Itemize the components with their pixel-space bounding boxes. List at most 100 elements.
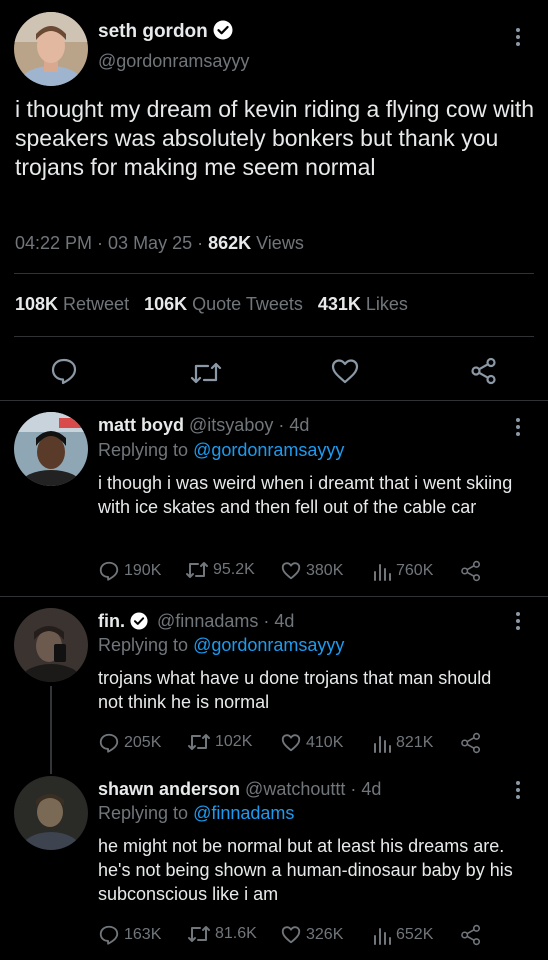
- replying-to-link[interactable]: @gordonramsayyy: [193, 440, 344, 460]
- comment-icon: [99, 561, 119, 581]
- more-options-icon[interactable]: [516, 28, 520, 49]
- views-count: 760K: [396, 562, 434, 579]
- divider: [0, 596, 548, 597]
- author-handle[interactable]: @gordonramsayyy: [98, 51, 249, 72]
- views-action[interactable]: 760K: [372, 560, 433, 582]
- tweet-timestamp[interactable]: 04:22 PM · 03 May 25 ·: [15, 233, 208, 253]
- retweets-stat[interactable]: 108K Retweet: [15, 294, 129, 314]
- reply-author-name[interactable]: shawn anderson: [98, 779, 240, 799]
- analytics-icon: [374, 564, 391, 581]
- reply-author-handle[interactable]: @finnadams · 4d: [157, 611, 294, 631]
- retweet-count: 81.6K: [215, 925, 257, 942]
- quotes-count: 106K: [144, 294, 188, 314]
- views-action[interactable]: 652K: [372, 924, 433, 946]
- reply-header: fin. @finnadams · 4d: [98, 611, 294, 635]
- author-display-name[interactable]: seth gordon: [98, 21, 208, 42]
- like-count: 326K: [306, 926, 344, 943]
- retweet-count: 102K: [215, 733, 253, 750]
- retweet-icon: [186, 562, 208, 578]
- replying-to-prefix: Replying to: [98, 803, 194, 823]
- replying-to-link[interactable]: @finnadams: [193, 803, 294, 823]
- author-name[interactable]: seth gordon: [98, 20, 233, 46]
- views-count: 821K: [396, 734, 434, 751]
- retweet-action[interactable]: 102K: [187, 732, 252, 752]
- verified-badge-icon: [130, 612, 148, 635]
- reply-text: trojans what have u done trojans that ma…: [98, 668, 492, 712]
- reply-count: 163K: [124, 926, 162, 943]
- replying-to-prefix: Replying to: [98, 440, 194, 460]
- reply-text: he might not be normal but at least his …: [98, 836, 513, 904]
- share-icon: [461, 560, 481, 582]
- like-button[interactable]: [330, 357, 360, 390]
- retweet-action[interactable]: 81.6K: [187, 924, 257, 944]
- share-action[interactable]: [460, 560, 482, 582]
- reply-action[interactable]: 190K: [98, 560, 161, 582]
- retweet-count: 95.2K: [213, 561, 255, 578]
- replying-to: Replying to @gordonramsayyy: [98, 440, 344, 461]
- avatar-shawn-anderson[interactable]: [14, 776, 88, 850]
- like-action[interactable]: 410K: [280, 732, 343, 754]
- replying-to-link[interactable]: @gordonramsayyy: [193, 635, 344, 655]
- reply-action[interactable]: 163K: [98, 924, 161, 946]
- likes-label: Likes: [360, 294, 408, 314]
- more-options-icon[interactable]: [516, 418, 520, 439]
- share-button[interactable]: [470, 357, 498, 390]
- heart-icon: [281, 562, 301, 580]
- views-count: 862K: [208, 233, 252, 253]
- tweet-stats: 108K Retweet 106K Quote Tweets 431K Like…: [15, 294, 408, 315]
- like-count: 410K: [306, 734, 344, 751]
- reply-button[interactable]: [50, 357, 78, 390]
- reply-author-handle[interactable]: @itsyaboy · 4d: [189, 415, 309, 435]
- divider: [14, 273, 534, 274]
- like-action[interactable]: 326K: [280, 924, 343, 946]
- retweet-button[interactable]: [190, 360, 222, 391]
- likes-count: 431K: [317, 294, 361, 314]
- reply-text: i though i was weird when i dreamt that …: [98, 473, 513, 517]
- more-options-icon[interactable]: [516, 612, 520, 633]
- verified-badge-icon: [213, 20, 233, 46]
- replying-to-prefix: Replying to: [98, 635, 194, 655]
- heart-icon: [281, 734, 301, 752]
- reply-author-name[interactable]: fin.: [98, 611, 125, 631]
- quotes-stat[interactable]: 106K Quote Tweets: [144, 294, 303, 314]
- like-count: 380K: [306, 562, 344, 579]
- more-options-icon[interactable]: [516, 781, 520, 802]
- analytics-icon: [374, 736, 391, 753]
- retweet-icon: [188, 734, 210, 750]
- comment-icon: [99, 925, 119, 945]
- divider: [14, 336, 534, 337]
- heart-icon: [281, 926, 301, 944]
- share-icon: [461, 924, 481, 946]
- share-action[interactable]: [460, 732, 482, 754]
- share-icon: [461, 732, 481, 754]
- reply-header: matt boyd @itsyaboy · 4d: [98, 415, 309, 436]
- replying-to: Replying to @gordonramsayyy: [98, 635, 344, 656]
- views-action[interactable]: 821K: [372, 732, 433, 754]
- reply-header: shawn anderson @watchouttt · 4d: [98, 779, 381, 800]
- views-count: 652K: [396, 926, 434, 943]
- tweet-meta: 04:22 PM · 03 May 25 · 862K Views: [15, 233, 304, 254]
- views-label: Views: [251, 233, 304, 253]
- comment-icon: [99, 733, 119, 753]
- avatar-seth-gordon[interactable]: [14, 12, 88, 86]
- thread-line: [50, 686, 52, 774]
- divider: [0, 400, 548, 401]
- reply-author-name[interactable]: matt boyd: [98, 415, 184, 435]
- analytics-icon: [374, 928, 391, 945]
- likes-stat[interactable]: 431K Likes: [318, 294, 408, 314]
- reply-count: 205K: [124, 734, 162, 751]
- reply-action[interactable]: 205K: [98, 732, 161, 754]
- replying-to: Replying to @finnadams: [98, 803, 294, 824]
- retweets-count: 108K: [15, 294, 59, 314]
- avatar-matt-boyd[interactable]: [14, 412, 88, 486]
- like-action[interactable]: 380K: [280, 560, 343, 582]
- share-action[interactable]: [460, 924, 482, 946]
- reply-author-handle[interactable]: @watchouttt · 4d: [245, 779, 381, 799]
- retweet-action[interactable]: 95.2K: [185, 560, 255, 580]
- avatar-fin[interactable]: [14, 608, 88, 682]
- retweet-icon: [188, 926, 210, 942]
- reply-count: 190K: [124, 562, 162, 579]
- quotes-label: Quote Tweets: [187, 294, 303, 314]
- retweets-label: Retweet: [58, 294, 130, 314]
- tweet-text: i thought my dream of kevin riding a fly…: [15, 96, 535, 180]
